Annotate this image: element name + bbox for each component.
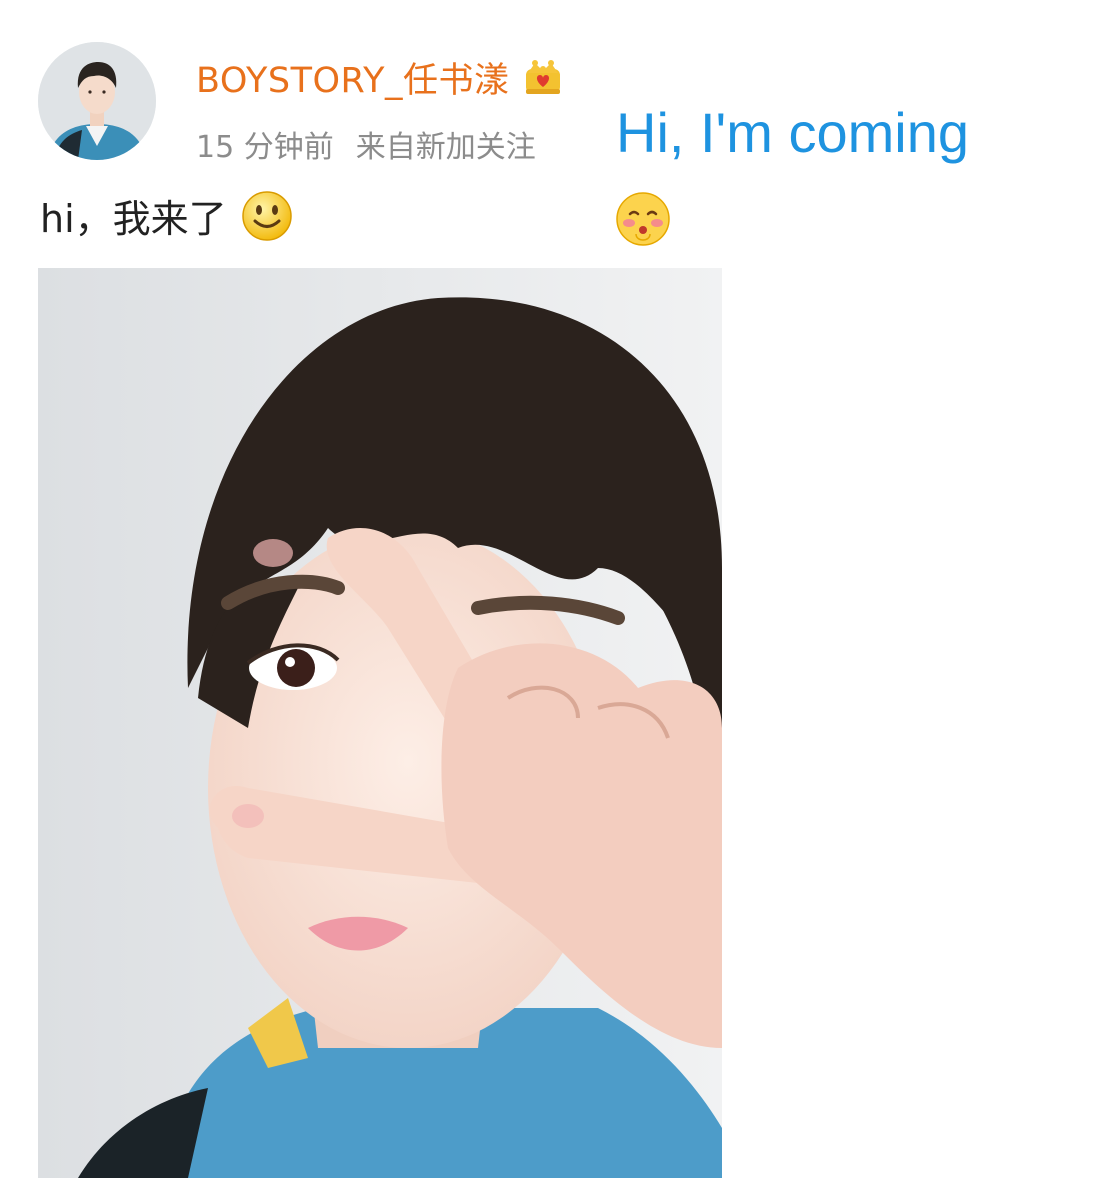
avatar-image	[38, 42, 156, 160]
post-meta: 15 分钟前 来自新加关注	[196, 122, 536, 166]
post-time: 15 分钟前	[196, 130, 334, 165]
avatar[interactable]	[38, 42, 156, 160]
post-source[interactable]: 来自新加关注	[356, 122, 536, 166]
post-text: hi，我来了	[40, 197, 227, 241]
blushing-emoji-icon	[614, 190, 672, 248]
crown-icon	[522, 57, 564, 99]
username-row: BOYSTORY_任书漾	[196, 52, 564, 103]
selfie-image	[38, 268, 722, 1178]
username-link[interactable]: BOYSTORY_任书漾	[196, 52, 510, 103]
translation-caption: Hi, I'm coming	[616, 101, 969, 164]
smile-emoji-icon	[241, 190, 293, 242]
post-body: hi，我来了	[40, 188, 293, 243]
post-photo[interactable]	[38, 268, 722, 1178]
